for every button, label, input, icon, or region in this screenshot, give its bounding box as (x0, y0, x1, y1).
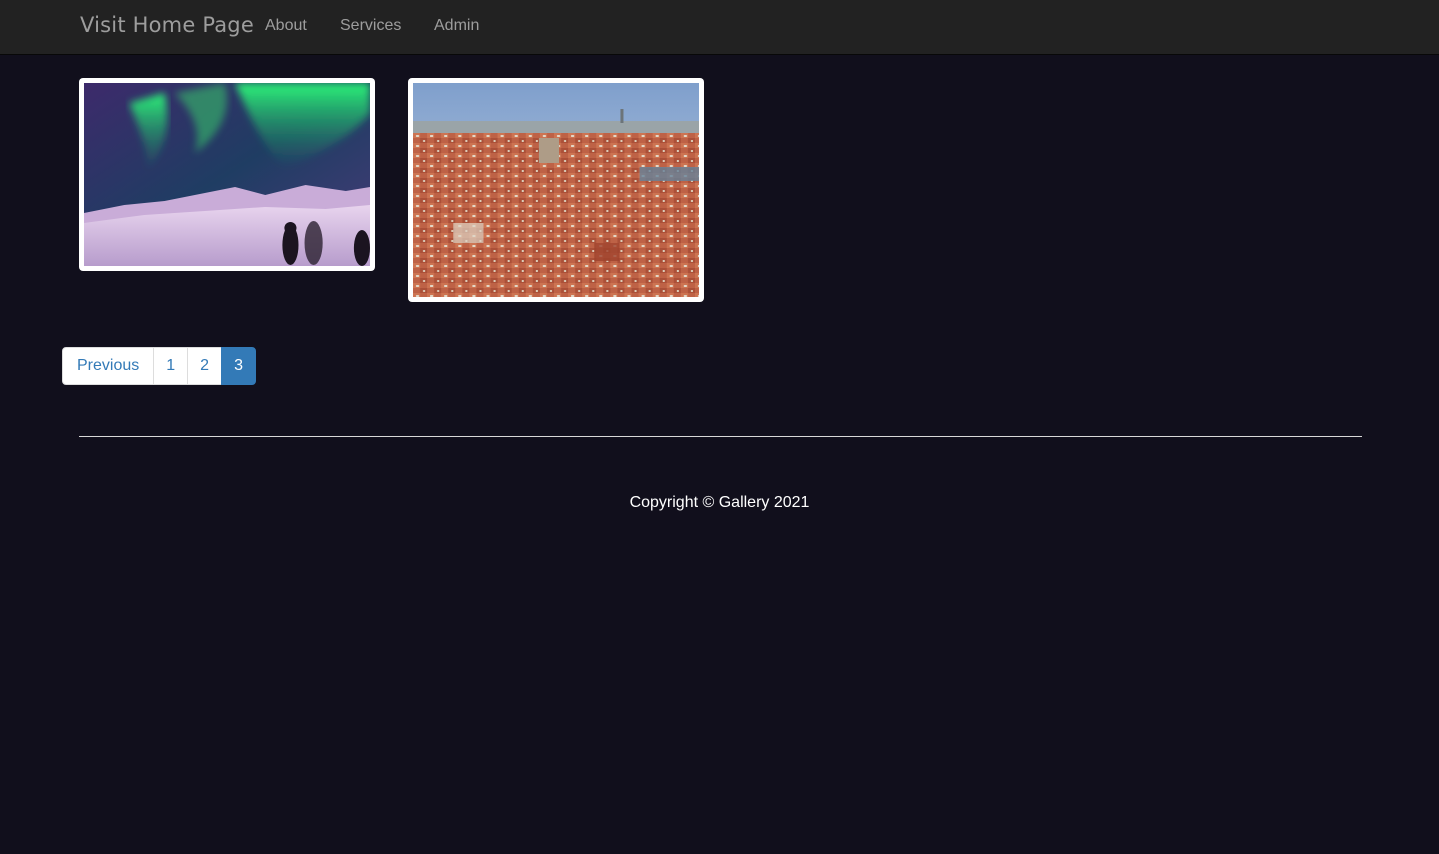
nav-link-services[interactable]: Services (340, 17, 401, 35)
pagination-page-2[interactable]: 2 (187, 347, 223, 385)
nav-link-about[interactable]: About (265, 17, 307, 35)
gallery-thumbnail-aurora[interactable] (79, 78, 375, 271)
brand-link[interactable]: Visit Home Page (80, 13, 254, 37)
footer: Copyright © Gallery 2021 (0, 494, 1439, 512)
pagination: Previous 1 2 3 (62, 347, 256, 385)
pagination-previous-button[interactable]: Previous (62, 347, 155, 385)
gallery-thumbnail-city[interactable] (408, 78, 704, 302)
pagination-page-3-active[interactable]: 3 (221, 347, 256, 385)
pagination-page-1[interactable]: 1 (153, 347, 189, 385)
city-photo (413, 83, 699, 297)
copyright-text: Copyright © Gallery 2021 (629, 494, 810, 511)
footer-divider (79, 436, 1362, 437)
nav-link-admin[interactable]: Admin (434, 17, 479, 35)
aurora-photo (84, 83, 370, 266)
top-navbar: Visit Home Page About Services Admin (0, 0, 1439, 55)
